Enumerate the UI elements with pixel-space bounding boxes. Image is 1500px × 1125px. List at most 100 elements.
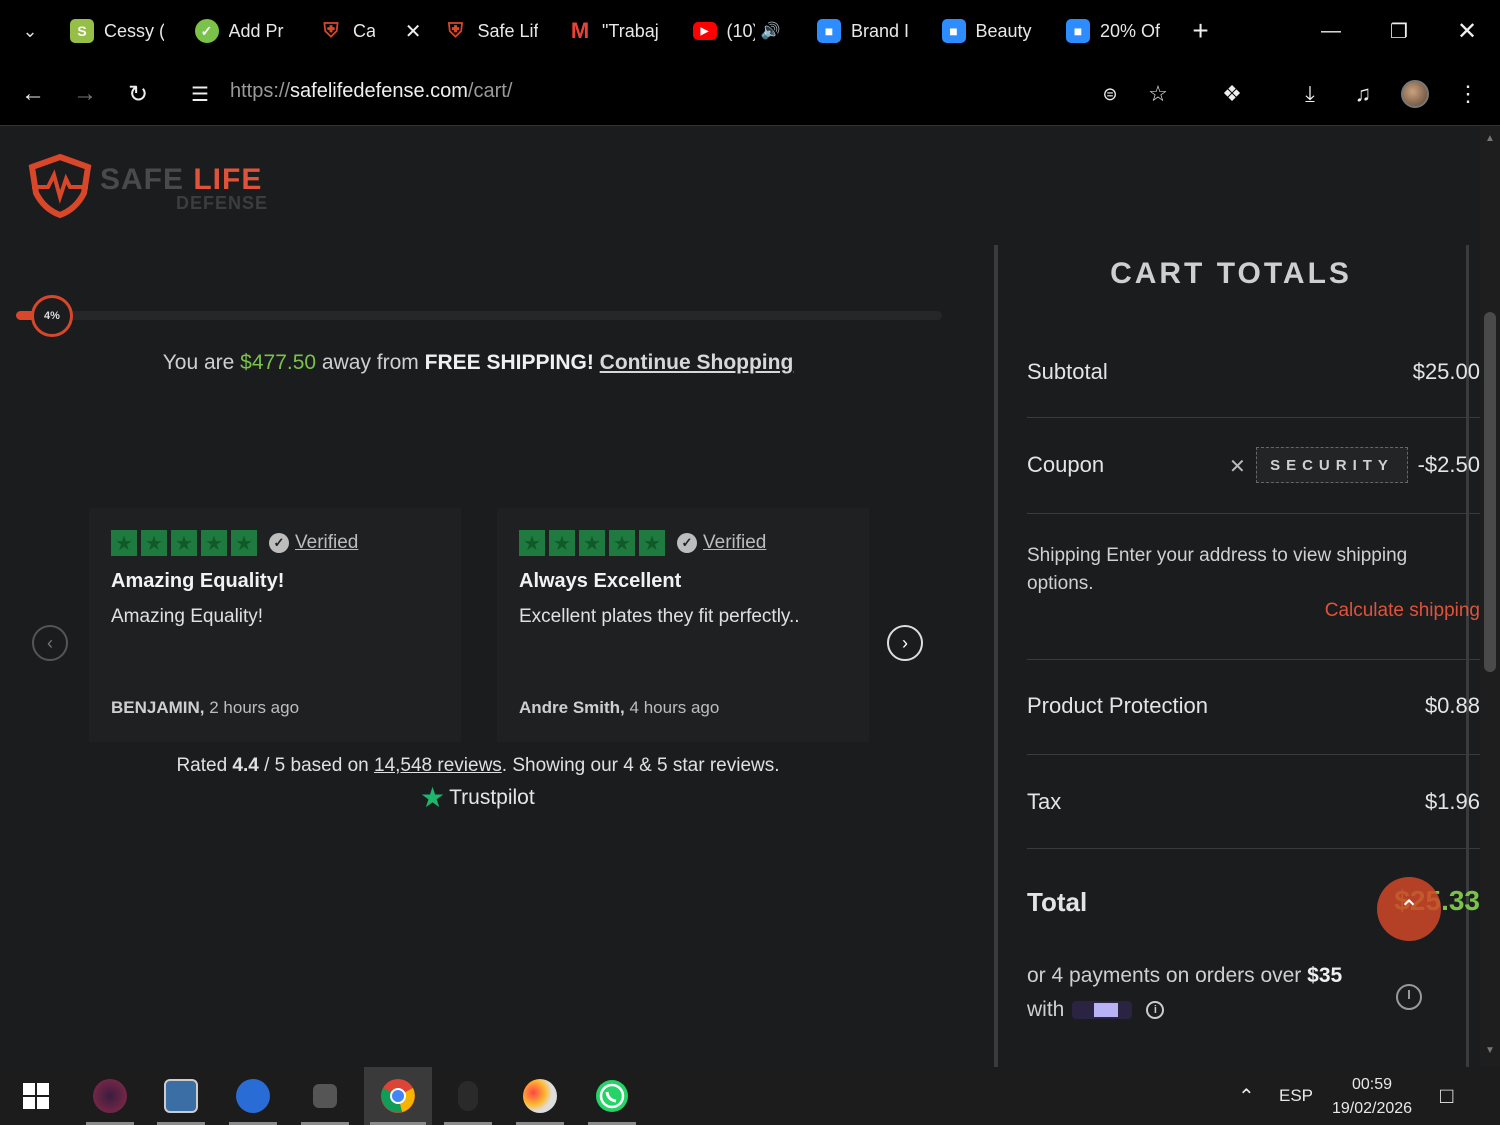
back-arrow-icon[interactable]: ← [13, 62, 53, 126]
review-title: Amazing Equality! [111, 570, 285, 592]
total-label: Total [1027, 887, 1088, 917]
remove-coupon-icon[interactable]: ✕ [1229, 454, 1246, 479]
forward-arrow-icon[interactable]: → [65, 62, 105, 126]
tab-4[interactable]: M "Trabaj [558, 0, 683, 62]
star-rating: ★ ★ ★ ★ ★ [111, 530, 257, 556]
tax-value: $1.96 [1424, 789, 1480, 814]
continue-shopping-link[interactable]: Continue Shopping [600, 351, 794, 374]
scroll-up-arrow-icon[interactable]: ▲ [1485, 133, 1495, 144]
tab-5[interactable]: ▶ (10) 🔊 [683, 0, 808, 62]
chat-bubble-icon: ■ [941, 19, 966, 43]
review-title: Always Excellent [519, 570, 682, 592]
shield-logo-icon: ⛨ [448, 19, 463, 42]
calculate-shipping-link[interactable]: Calculate shipping [1325, 600, 1480, 622]
taskbar-whatsapp-icon[interactable] [582, 1067, 642, 1125]
taskbar-paint-icon[interactable] [510, 1067, 570, 1125]
shipping-row: Shipping Enter your address to view ship… [1027, 514, 1480, 660]
site-settings-icon[interactable]: ☰ [180, 62, 220, 126]
taskbar-mouse-icon[interactable] [438, 1067, 498, 1125]
free-shipping-progress-bar [16, 311, 942, 320]
menu-kebab-icon[interactable]: ⋮ [1448, 62, 1488, 126]
tab-2-active[interactable]: ⛨ Ca ✕ [309, 0, 434, 62]
free-shipping-message: You are $477.50 away from FREE SHIPPING!… [0, 351, 956, 375]
star-icon: ★ [579, 530, 605, 556]
tab-8[interactable]: ■ 20% Of [1056, 0, 1181, 62]
review-card: ★ ★ ★ ★ ★ ✓ Verified Always Excellent Excelle… [497, 508, 869, 742]
youtube-icon: ▶ [692, 22, 717, 40]
bookmark-star-icon[interactable]: ☆ [1138, 62, 1178, 126]
restore-icon[interactable]: ❐ [1366, 0, 1432, 62]
url-path: /cart/ [467, 80, 513, 102]
url-field[interactable]: https://safelifedefense.com/cart/ [230, 80, 512, 103]
shield-logo-icon: ⛨ [323, 19, 339, 42]
address-bar: ← → ↻ ☰ https://safelifedefense.com/cart… [0, 62, 1500, 126]
review-card: ★ ★ ★ ★ ★ ✓ Verified Amazing Equality! Amazin… [89, 508, 461, 742]
carousel-next-arrow-icon[interactable]: › [887, 625, 923, 661]
taskbar-app-pointer-icon[interactable] [223, 1067, 283, 1125]
tab-6[interactable]: ■ Brand I [807, 0, 932, 62]
review-body: Excellent plates they fit perfectly.. [519, 606, 800, 627]
system-clock[interactable]: 00:59 19/02/2026 [1318, 1073, 1426, 1121]
tax-row: Tax $1.96 [1027, 755, 1480, 849]
installments-message: or 4 payments on orders over $35 with i [1027, 964, 1343, 1021]
trustpilot-logo[interactable]: ★ Trustpilot [420, 781, 535, 814]
page-scrollbar[interactable]: ▲ ▼ [1480, 127, 1500, 1067]
speaker-icon[interactable]: 🔊 [761, 21, 781, 41]
verified-badge[interactable]: ✓ Verified [269, 532, 358, 554]
star-icon: ★ [639, 530, 665, 556]
browser-tab-bar: ⌄ S Cessy ( ✓ Add Pr ⛨ Ca ✕ ⛨ Safe Lif M… [0, 0, 1500, 62]
shield-heartbeat-icon [28, 153, 92, 219]
back-to-top-button[interactable]: ⌃ [1377, 877, 1441, 941]
payment-provider-logo [1072, 1001, 1133, 1020]
tab-3[interactable]: ⛨ Safe Lif [434, 0, 559, 62]
logo-subtitle: DEFENSE [176, 193, 269, 213]
tray-expand-chevron-icon[interactable]: ⌃ [1238, 1067, 1255, 1125]
cart-totals-heading: CART TOTALS [1110, 257, 1352, 290]
tab-title: Brand I [851, 20, 910, 41]
clock-icon[interactable] [1396, 984, 1422, 1010]
verified-badge[interactable]: ✓ Verified [677, 532, 766, 554]
cart-page: SAFE LIFE DEFENSE 4% You are $477.50 awa… [0, 127, 1480, 1067]
media-queue-icon[interactable]: ♫ [1343, 62, 1383, 126]
trustpilot-label: Trustpilot [449, 785, 535, 809]
trustpilot-star-icon: ★ [420, 782, 446, 813]
product-protection-row: Product Protection $0.88 [1027, 660, 1480, 755]
carousel-prev-arrow-icon[interactable]: ‹ [32, 625, 68, 661]
progress-percent-badge: 4% [31, 295, 73, 337]
site-logo[interactable]: SAFE LIFE DEFENSE [26, 153, 286, 219]
download-icon[interactable]: ⤓ [1290, 62, 1330, 126]
tab-7[interactable]: ■ Beauty [932, 0, 1057, 62]
tab-0[interactable]: S Cessy ( [60, 0, 185, 62]
clock-date: 19/02/2026 [1331, 1100, 1413, 1117]
subtotal-label: Subtotal [1027, 359, 1108, 384]
info-icon[interactable]: i [1146, 1001, 1165, 1020]
tab-1[interactable]: ✓ Add Pr [185, 0, 310, 62]
tab-search-chevron-icon[interactable]: ⌄ [0, 0, 60, 62]
tab-close-icon[interactable]: ✕ [405, 19, 422, 44]
profile-avatar-icon[interactable] [1395, 62, 1435, 126]
scroll-down-arrow-icon[interactable]: ▼ [1485, 1045, 1495, 1056]
windows-start-icon[interactable] [6, 1067, 66, 1125]
logo-wordmark: SAFE LIFE [100, 163, 263, 196]
reload-icon[interactable]: ↻ [118, 62, 158, 126]
scrollbar-thumb[interactable] [1484, 312, 1496, 672]
reviews-count-link[interactable]: 14,548 reviews [374, 755, 502, 776]
windows-taskbar: ⌃ ESP 00:59 19/02/2026 □ [0, 1067, 1500, 1125]
star-icon: ★ [201, 530, 227, 556]
coupon-row: Coupon ✕ SECURITY -$2.50 [1027, 418, 1480, 514]
taskbar-app-tool-icon[interactable] [295, 1067, 355, 1125]
translate-icon[interactable]: ⊜ [1090, 62, 1130, 126]
subtotal-row: Subtotal $25.00 [1027, 323, 1480, 418]
notification-center-icon[interactable]: □ [1440, 1067, 1453, 1125]
tab-title: Cessy ( [104, 20, 164, 41]
minimize-icon[interactable]: — [1298, 0, 1364, 62]
new-tab-plus-icon[interactable]: + [1181, 0, 1221, 62]
taskbar-app-cursor-icon[interactable] [80, 1067, 140, 1125]
taskbar-app-window-icon[interactable] [151, 1067, 211, 1125]
taskbar-chrome-icon[interactable] [364, 1067, 432, 1125]
close-window-icon[interactable]: ✕ [1434, 0, 1500, 62]
verified-label: Verified [295, 532, 359, 553]
language-indicator[interactable]: ESP [1279, 1067, 1313, 1125]
extensions-icon[interactable]: ❖ [1212, 62, 1252, 126]
tab-title: "Trabaj [602, 20, 659, 41]
